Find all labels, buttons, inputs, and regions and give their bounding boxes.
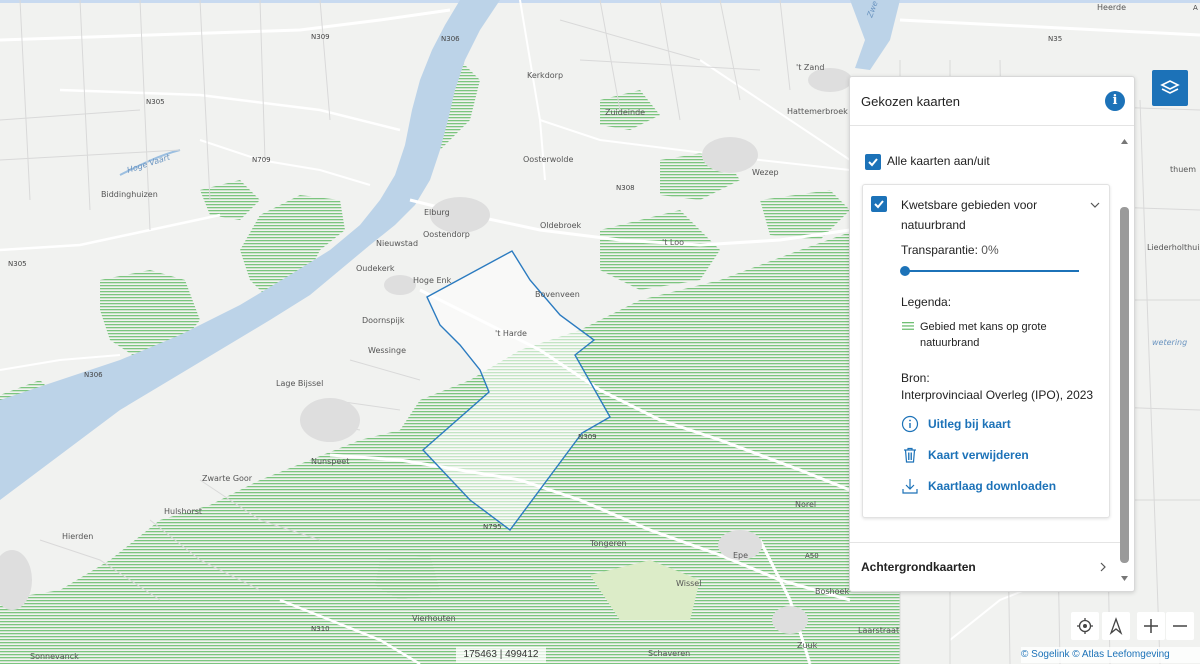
explain-map-label: Uitleg bij kaart [928,417,1011,431]
transparency-value: 0% [981,243,999,257]
svg-text:Kerkdorp: Kerkdorp [527,71,563,80]
scroll-thumb[interactable] [1120,207,1129,563]
svg-text:Doornspijk: Doornspijk [362,316,405,325]
svg-text:N306: N306 [441,35,460,43]
svg-text:N308: N308 [616,184,635,192]
legend-hatch-swatch [902,322,914,330]
layer-visibility-checkbox[interactable] [871,196,887,212]
compass-icon [1109,617,1123,635]
svg-text:Oudekerk: Oudekerk [356,264,395,273]
svg-text:N305: N305 [146,98,165,106]
source-value: Interprovinciaal Overleg (IPO), 2023 [901,388,1094,402]
svg-text:Nieuwstad: Nieuwstad [376,239,418,248]
svg-text:wetering: wetering [1152,338,1187,347]
svg-text:Lage Bijssel: Lage Bijssel [276,379,323,388]
north-arrow-button[interactable] [1102,612,1130,640]
all-maps-checkbox[interactable] [865,154,881,170]
svg-text:Hoge Enk: Hoge Enk [413,276,452,285]
svg-text:A50: A50 [805,552,819,560]
coordinate-readout: 175463 | 499412 [456,647,546,663]
transparency-label: Transparantie: [901,243,978,257]
svg-text:thuem: thuem [1170,165,1196,174]
svg-text:Hattemerbroek: Hattemerbroek [787,107,848,116]
svg-text:Oosterwolde: Oosterwolde [523,155,573,164]
svg-text:Laarstraat: Laarstraat [858,626,899,635]
svg-text:Wissel: Wissel [676,579,701,588]
svg-text:N310: N310 [311,625,330,633]
svg-text:Sonnevanck: Sonnevanck [30,652,79,661]
svg-text:Boshoek: Boshoek [815,587,849,596]
legend-item-label: Gebied met kans op grote natuurbrand [920,321,1047,349]
svg-text:N309: N309 [311,33,330,41]
all-maps-label: Alle kaarten aan/uit [887,154,990,168]
locate-button[interactable] [1071,612,1099,640]
layer-card: Kwetsbare gebieden voor natuurbrand Tran… [862,184,1110,518]
attribution-sogelink-link[interactable]: © Sogelink [1021,649,1070,660]
svg-text:Tongeren: Tongeren [589,539,627,548]
panel-scrollbar[interactable] [1120,137,1129,583]
svg-text:Bovenveen: Bovenveen [535,290,580,299]
svg-text:N306: N306 [84,371,103,379]
slider-handle[interactable] [900,266,910,276]
svg-text:Norel: Norel [795,500,816,509]
info-circle-icon [901,415,919,433]
minus-icon [1173,625,1187,627]
svg-text:'t Loo: 't Loo [662,238,684,247]
attribution-atlas-link[interactable]: © Atlas Leefomgeving [1072,649,1169,660]
svg-text:Vierhouten: Vierhouten [412,614,456,623]
scroll-down-icon[interactable] [1120,574,1129,583]
svg-text:A: A [1193,4,1198,12]
map-attribution: © Sogelink © Atlas Leefomgeving [1021,647,1200,663]
plus-icon [1144,619,1158,633]
svg-text:Hierden: Hierden [62,532,93,541]
chevron-right-icon [1100,562,1106,572]
panel-header: Gekozen kaarten i [850,77,1134,126]
svg-text:Elburg: Elburg [424,208,450,217]
scroll-up-icon[interactable] [1120,137,1129,146]
background-maps-label: Achtergrondkaarten [861,560,976,574]
svg-text:N35: N35 [1048,35,1062,43]
svg-text:N309: N309 [578,433,597,441]
info-icon[interactable]: i [1105,91,1125,111]
transparency-readout: Transparantie: 0% [901,243,999,257]
svg-text:Zuuk: Zuuk [797,641,818,650]
svg-text:Zuideinde: Zuideinde [605,108,645,117]
layer-title: Kwetsbare gebieden voor natuurbrand [901,198,1038,232]
svg-text:Biddinghuizen: Biddinghuizen [101,190,158,199]
layers-toggle-button[interactable] [1152,70,1188,106]
panel-title: Gekozen kaarten [861,94,961,109]
legend-title: Legenda: [901,295,952,309]
svg-text:Zwarte Goor: Zwarte Goor [202,474,253,483]
svg-text:Wezep: Wezep [752,168,779,177]
svg-text:N709: N709 [252,156,271,164]
crosshair-icon [1077,618,1093,634]
svg-text:N795: N795 [483,523,502,531]
svg-text:Wessinge: Wessinge [368,346,406,355]
check-icon [874,200,884,209]
zoom-out-button[interactable] [1166,612,1194,640]
svg-text:Oostendorp: Oostendorp [423,230,470,239]
source-label: Bron: [901,371,930,385]
transparency-slider[interactable] [900,266,1079,276]
svg-text:'t Zand: 't Zand [796,63,824,72]
check-icon [868,158,878,167]
zoom-in-button[interactable] [1137,612,1165,640]
layers-icon [1160,80,1180,94]
svg-text:Nunspeet: Nunspeet [311,457,349,466]
svg-text:Liederholthuis: Liederholthuis [1147,243,1200,252]
svg-text:Heerde: Heerde [1097,3,1126,12]
svg-text:Oldebroek: Oldebroek [540,221,582,230]
svg-text:Schaveren: Schaveren [648,649,690,658]
svg-text:'t Harde: 't Harde [495,329,527,338]
download-icon [902,479,918,494]
selected-maps-panel: Gekozen kaarten i Alle kaarten aan/uit K… [849,76,1135,592]
chevron-down-icon[interactable] [1089,199,1101,211]
svg-text:Hulshorst: Hulshorst [164,507,202,516]
svg-text:Epe: Epe [733,551,748,560]
trash-icon [904,447,916,463]
background-maps-row[interactable]: Achtergrondkaarten [850,542,1120,591]
download-layer-label: Kaartlaag downloaden [928,479,1057,493]
svg-text:N305: N305 [8,260,27,268]
remove-map-label: Kaart verwijderen [928,448,1029,462]
